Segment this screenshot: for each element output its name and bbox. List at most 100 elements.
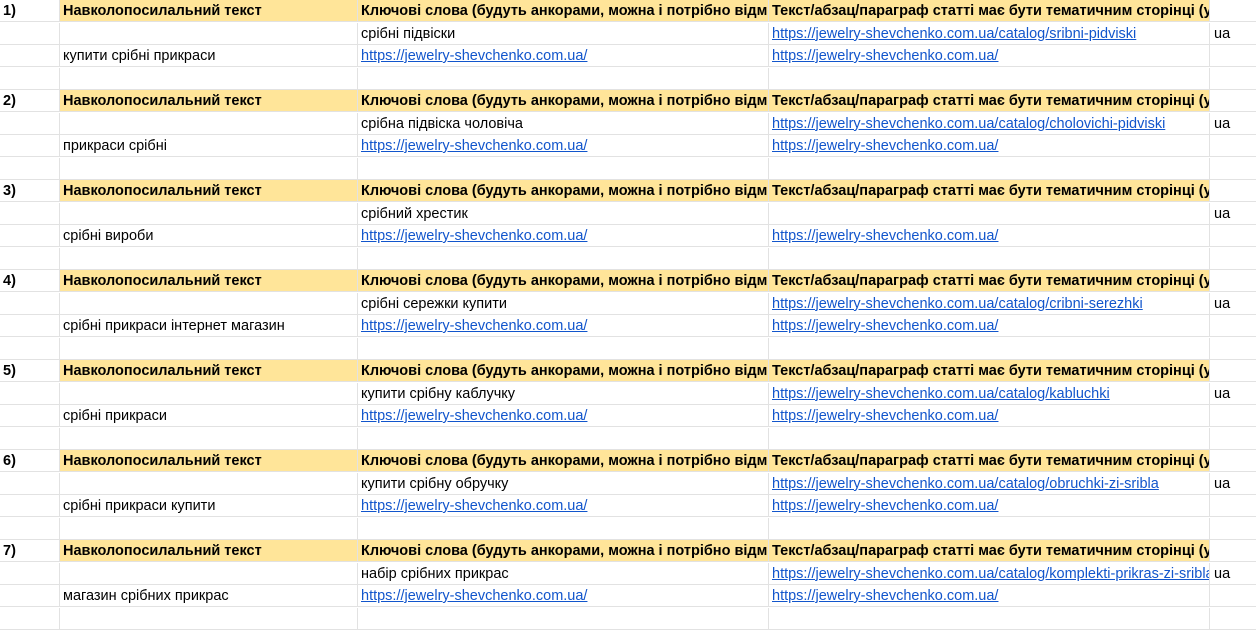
empty-cell[interactable] bbox=[0, 427, 60, 450]
surround-url-link[interactable]: https://jewelry-shevchenko.com.ua/ bbox=[772, 318, 998, 334]
surround-url-cell[interactable]: https://jewelry-shevchenko.com.ua/ bbox=[769, 495, 1210, 517]
empty-cell[interactable] bbox=[60, 157, 358, 180]
empty-cell[interactable] bbox=[0, 585, 60, 607]
surround-url-cell[interactable]: https://jewelry-shevchenko.com.ua/ bbox=[769, 585, 1210, 607]
empty-cell[interactable] bbox=[1210, 135, 1256, 157]
header-anchor-text[interactable]: Навколопосилальний текст bbox=[60, 90, 358, 112]
empty-cell[interactable] bbox=[1210, 338, 1256, 360]
empty-cell[interactable] bbox=[0, 472, 60, 495]
surround-url-link[interactable]: https://jewelry-shevchenko.com.ua/ bbox=[361, 138, 587, 154]
header-anchor-text[interactable]: Навколопосилальний текст bbox=[60, 540, 358, 562]
header-anchor-text[interactable]: Навколопосилальний текст bbox=[60, 0, 358, 22]
empty-cell[interactable] bbox=[769, 517, 1210, 540]
lang-cell[interactable]: ua bbox=[1210, 113, 1256, 135]
group-number[interactable]: 6) bbox=[0, 450, 60, 472]
empty-cell[interactable] bbox=[60, 472, 358, 495]
empty-cell[interactable] bbox=[60, 382, 358, 405]
empty-cell[interactable] bbox=[0, 607, 60, 630]
empty-cell[interactable] bbox=[0, 315, 60, 337]
surround-url-cell[interactable]: https://jewelry-shevchenko.com.ua/ bbox=[358, 585, 769, 607]
lang-cell[interactable]: ua bbox=[1210, 563, 1256, 585]
surround-url-cell[interactable]: https://jewelry-shevchenko.com.ua/ bbox=[358, 405, 769, 427]
surround-url-cell[interactable]: https://jewelry-shevchenko.com.ua/ bbox=[358, 45, 769, 67]
empty-cell[interactable] bbox=[769, 247, 1210, 270]
surround-url-cell[interactable]: https://jewelry-shevchenko.com.ua/ bbox=[358, 135, 769, 157]
empty-cell[interactable] bbox=[60, 607, 358, 630]
empty-cell[interactable] bbox=[1210, 540, 1256, 562]
empty-cell[interactable] bbox=[1210, 585, 1256, 607]
header-anchor-text[interactable]: Навколопосилальний текст bbox=[60, 450, 358, 472]
empty-cell[interactable] bbox=[1210, 225, 1256, 247]
empty-cell[interactable] bbox=[358, 247, 769, 270]
surround-text-cell[interactable]: купити срібні прикраси bbox=[60, 45, 358, 67]
header-keywords[interactable]: Ключові слова (будуть анкорами, можна і … bbox=[358, 0, 769, 22]
header-keywords[interactable]: Ключові слова (будуть анкорами, можна і … bbox=[358, 270, 769, 292]
surround-url-link[interactable]: https://jewelry-shevchenko.com.ua/ bbox=[361, 228, 587, 244]
empty-cell[interactable] bbox=[0, 247, 60, 270]
empty-cell[interactable] bbox=[0, 382, 60, 405]
surround-url-link[interactable]: https://jewelry-shevchenko.com.ua/ bbox=[772, 228, 998, 244]
empty-cell[interactable] bbox=[0, 225, 60, 247]
header-paragraph[interactable]: Текст/абзац/параграф статті має бути тем… bbox=[769, 270, 1210, 292]
empty-cell[interactable] bbox=[60, 22, 358, 45]
empty-cell[interactable] bbox=[0, 517, 60, 540]
surround-url-cell[interactable]: https://jewelry-shevchenko.com.ua/ bbox=[769, 225, 1210, 247]
empty-cell[interactable] bbox=[60, 292, 358, 315]
keyword-cell[interactable]: срібні сережки купити bbox=[358, 292, 769, 315]
surround-url-link[interactable]: https://jewelry-shevchenko.com.ua/ bbox=[361, 318, 587, 334]
empty-cell[interactable] bbox=[1210, 180, 1256, 202]
keyword-url-link[interactable]: https://jewelry-shevchenko.com.ua/catalo… bbox=[772, 476, 1159, 492]
empty-cell[interactable] bbox=[0, 202, 60, 225]
surround-url-link[interactable]: https://jewelry-shevchenko.com.ua/ bbox=[772, 138, 998, 154]
empty-cell[interactable] bbox=[1210, 495, 1256, 517]
surround-text-cell[interactable]: магазин срібних прикрас bbox=[60, 585, 358, 607]
surround-text-cell[interactable]: срібні прикраси інтернет магазин bbox=[60, 315, 358, 337]
empty-cell[interactable] bbox=[60, 247, 358, 270]
lang-cell[interactable]: ua bbox=[1210, 293, 1256, 315]
keyword-cell[interactable]: срібні підвіски bbox=[358, 22, 769, 45]
group-number[interactable]: 1) bbox=[0, 0, 60, 22]
keyword-cell[interactable]: купити срібну каблучку bbox=[358, 382, 769, 405]
surround-url-link[interactable]: https://jewelry-shevchenko.com.ua/ bbox=[772, 408, 998, 424]
empty-cell[interactable] bbox=[0, 135, 60, 157]
keyword-url-cell[interactable]: https://jewelry-shevchenko.com.ua/catalo… bbox=[769, 292, 1210, 315]
empty-cell[interactable] bbox=[358, 427, 769, 450]
keyword-url-cell[interactable]: https://jewelry-shevchenko.com.ua/catalo… bbox=[769, 382, 1210, 405]
lang-cell[interactable]: ua bbox=[1210, 383, 1256, 405]
empty-cell[interactable] bbox=[0, 22, 60, 45]
header-paragraph[interactable]: Текст/абзац/параграф статті має бути тем… bbox=[769, 540, 1210, 562]
keyword-cell[interactable]: срібний хрестик bbox=[358, 202, 769, 225]
surround-url-cell[interactable]: https://jewelry-shevchenko.com.ua/ bbox=[769, 135, 1210, 157]
surround-url-cell[interactable]: https://jewelry-shevchenko.com.ua/ bbox=[358, 225, 769, 247]
empty-cell[interactable] bbox=[1210, 158, 1256, 180]
keyword-url-link[interactable]: https://jewelry-shevchenko.com.ua/catalo… bbox=[772, 26, 1136, 42]
empty-cell[interactable] bbox=[1210, 405, 1256, 427]
surround-text-cell[interactable]: прикраси срібні bbox=[60, 135, 358, 157]
header-anchor-text[interactable]: Навколопосилальний текст bbox=[60, 360, 358, 382]
surround-text-cell[interactable]: срібні вироби bbox=[60, 225, 358, 247]
empty-cell[interactable] bbox=[1210, 248, 1256, 270]
empty-cell[interactable] bbox=[358, 517, 769, 540]
surround-url-cell[interactable]: https://jewelry-shevchenko.com.ua/ bbox=[358, 315, 769, 337]
empty-cell[interactable] bbox=[1210, 45, 1256, 67]
header-anchor-text[interactable]: Навколопосилальний текст bbox=[60, 180, 358, 202]
empty-cell[interactable] bbox=[0, 405, 60, 427]
empty-cell[interactable] bbox=[60, 112, 358, 135]
empty-cell[interactable] bbox=[769, 337, 1210, 360]
group-number[interactable]: 3) bbox=[0, 180, 60, 202]
keyword-cell[interactable]: срібна підвіска чоловіча bbox=[358, 112, 769, 135]
empty-cell[interactable] bbox=[60, 337, 358, 360]
keyword-url-cell[interactable]: https://jewelry-shevchenko.com.ua/catalo… bbox=[769, 22, 1210, 45]
header-keywords[interactable]: Ключові слова (будуть анкорами, можна і … bbox=[358, 540, 769, 562]
header-keywords[interactable]: Ключові слова (будуть анкорами, можна і … bbox=[358, 450, 769, 472]
surround-url-link[interactable]: https://jewelry-shevchenko.com.ua/ bbox=[361, 498, 587, 514]
keyword-cell[interactable]: купити срібну обручку bbox=[358, 472, 769, 495]
lang-cell[interactable]: ua bbox=[1210, 23, 1256, 45]
header-paragraph[interactable]: Текст/абзац/параграф статті має бути тем… bbox=[769, 450, 1210, 472]
empty-cell[interactable] bbox=[769, 67, 1210, 90]
surround-url-cell[interactable]: https://jewelry-shevchenko.com.ua/ bbox=[769, 315, 1210, 337]
empty-cell[interactable] bbox=[1210, 270, 1256, 292]
keyword-cell[interactable]: набір срібних прикрас bbox=[358, 562, 769, 585]
empty-cell[interactable] bbox=[769, 157, 1210, 180]
keyword-url-cell[interactable]: https://jewelry-shevchenko.com.ua/catalo… bbox=[769, 562, 1210, 585]
